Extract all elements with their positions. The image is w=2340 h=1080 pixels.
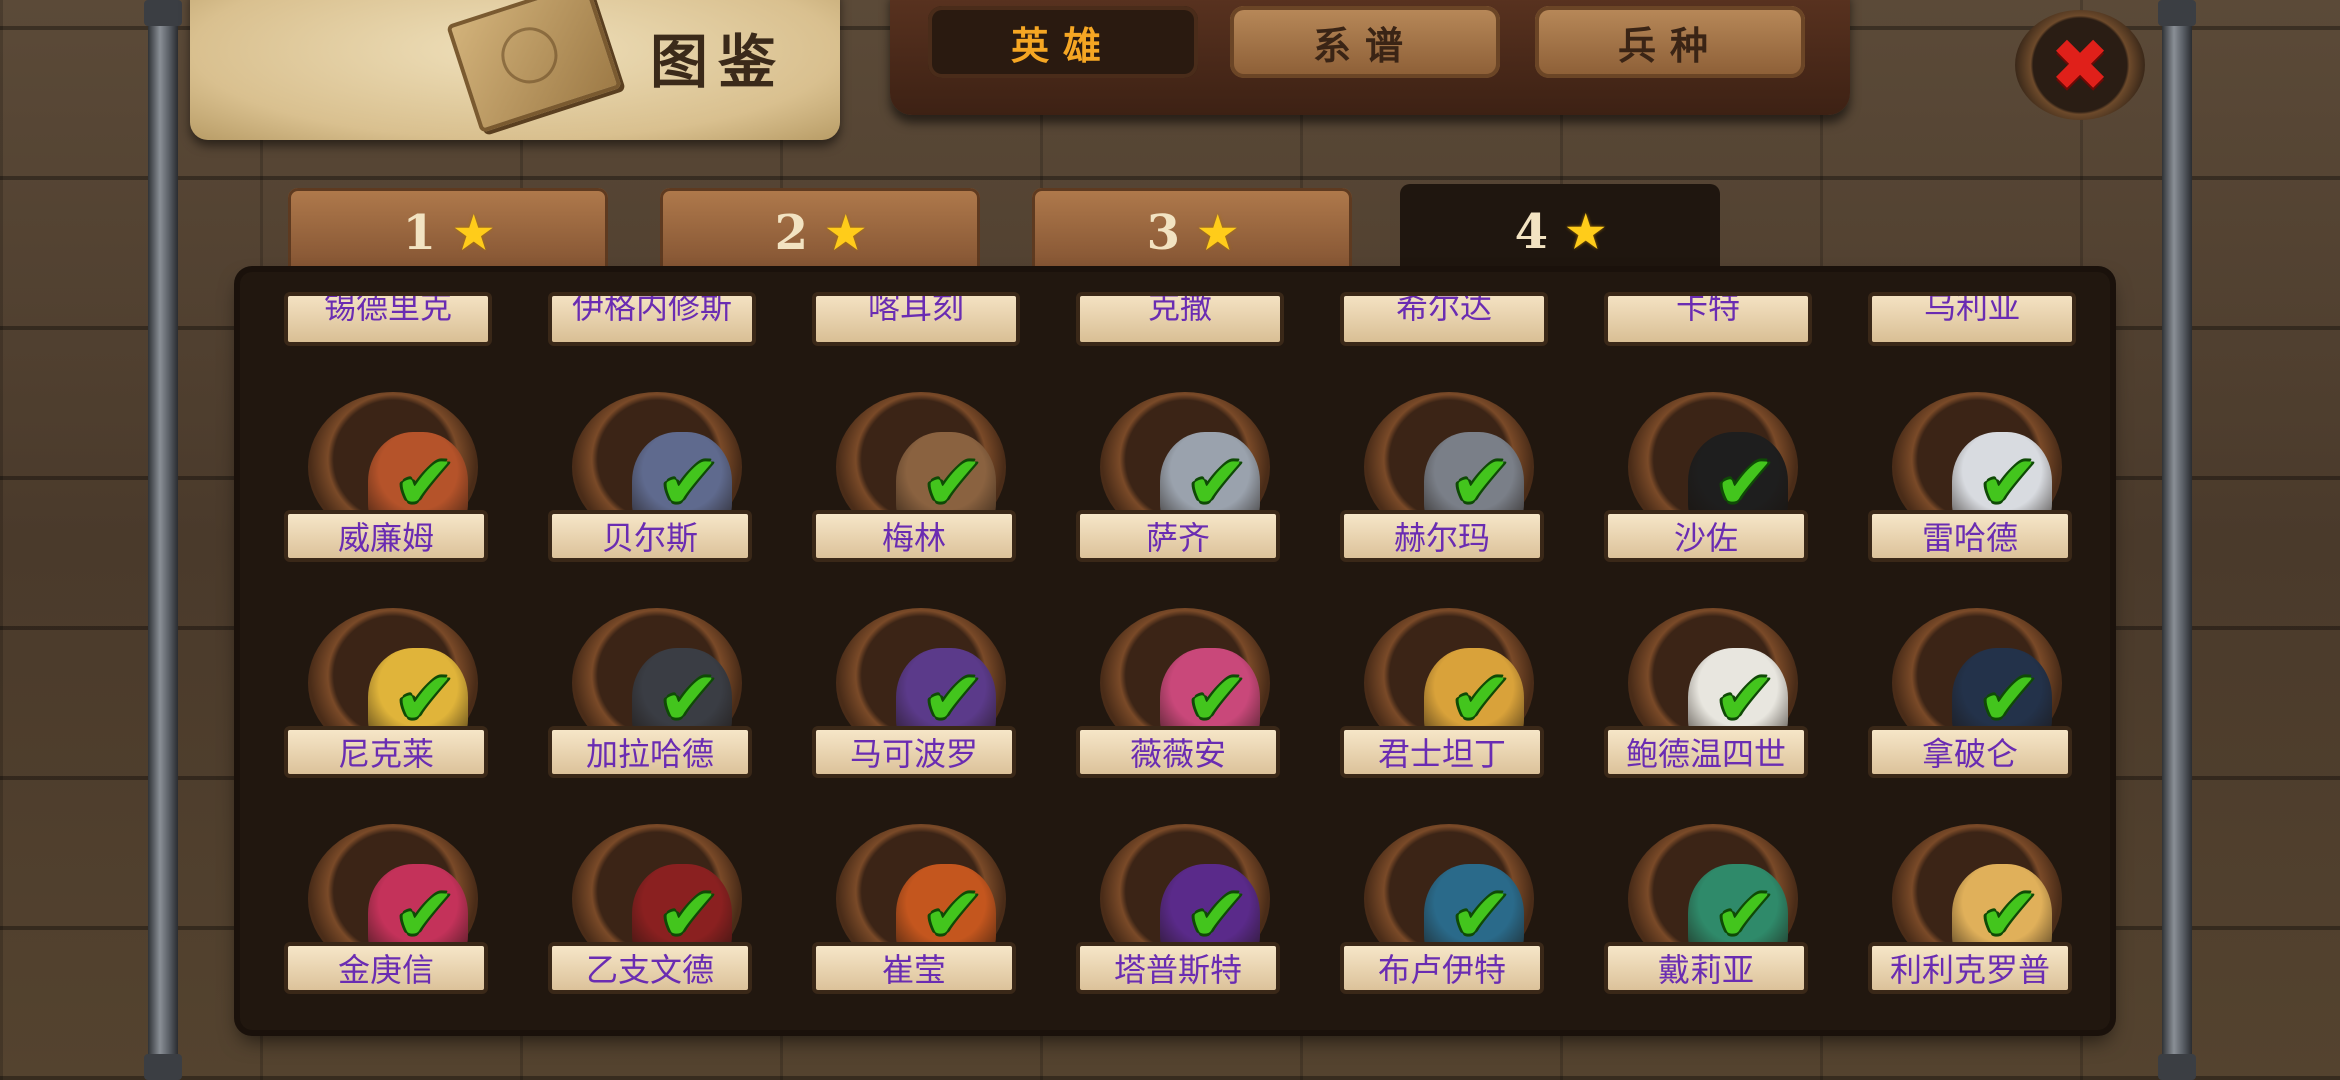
hero-card[interactable]: ✔ 马可波罗 — [812, 590, 1042, 800]
hero-name-label: 塔普斯特 — [1076, 942, 1280, 994]
codex-book-icon — [446, 0, 622, 134]
tab-star-3[interactable]: 3 ★ — [1032, 188, 1352, 278]
hero-card[interactable]: ✔ 金庚信 — [284, 806, 514, 1016]
hero-name-partial[interactable]: 喀耳刻 — [812, 292, 1020, 346]
checkmark-icon: ✔ — [1978, 440, 2041, 526]
hero-card[interactable]: ✔ 乙支文德 — [548, 806, 778, 1016]
tab-star-1[interactable]: 1 ★ — [288, 188, 608, 278]
checkmark-icon: ✔ — [1978, 656, 2041, 742]
hero-card[interactable]: ✔ 沙佐 — [1604, 374, 1834, 584]
hero-card[interactable]: ✔ 尼克莱 — [284, 590, 514, 800]
hero-card[interactable]: ✔ 戴莉亚 — [1604, 806, 1834, 1016]
hero-name-label: 薇薇安 — [1076, 726, 1280, 778]
hero-name-partial[interactable]: 乌利亚 — [1868, 292, 2076, 346]
tab-troops[interactable]: 兵种 — [1535, 6, 1805, 78]
star-tab-label: 2 — [774, 205, 808, 261]
checkmark-icon: ✔ — [1450, 872, 1513, 958]
hero-card[interactable]: ✔ 威廉姆 — [284, 374, 514, 584]
checkmark-icon: ✔ — [922, 656, 985, 742]
hero-name-label: 拿破仑 — [1868, 726, 2072, 778]
hero-name-partial[interactable]: 克撒 — [1076, 292, 1284, 346]
tab-star-4[interactable]: 4 ★ — [1400, 184, 1720, 280]
hero-card[interactable]: ✔ 赫尔玛 — [1340, 374, 1570, 584]
hero-card[interactable]: ✔ 布卢伊特 — [1340, 806, 1570, 1016]
hero-name-partial[interactable]: 希尔达 — [1340, 292, 1548, 346]
hero-card[interactable]: ✔ 拿破仑 — [1868, 590, 2098, 800]
hero-card[interactable]: ✔ 君士坦丁 — [1340, 590, 1570, 800]
hero-name-label: 鲍德温四世 — [1604, 726, 1808, 778]
hero-card[interactable]: ✔ 贝尔斯 — [548, 374, 778, 584]
hero-name-partial[interactable]: 卡特 — [1604, 292, 1812, 346]
checkmark-icon: ✔ — [1450, 656, 1513, 742]
hero-name-label: 戴莉亚 — [1604, 942, 1808, 994]
checkmark-icon: ✔ — [1978, 872, 2041, 958]
star-tab-label: 1 — [402, 205, 436, 261]
checkmark-icon: ✔ — [1714, 872, 1777, 958]
checkmark-icon: ✔ — [394, 872, 457, 958]
hero-name-label: 金庚信 — [284, 942, 488, 994]
star-icon: ★ — [825, 207, 866, 259]
hero-card[interactable]: ✔ 鲍德温四世 — [1604, 590, 1834, 800]
hero-name-label: 萨齐 — [1076, 510, 1280, 562]
left-frame-rail — [144, 0, 182, 1080]
checkmark-icon: ✔ — [922, 440, 985, 526]
checkmark-icon: ✔ — [1186, 872, 1249, 958]
star-tab-label: 3 — [1146, 205, 1180, 261]
hero-name-label: 赫尔玛 — [1340, 510, 1544, 562]
category-tab-bar: 英雄 系谱 兵种 — [890, 0, 1850, 115]
checkmark-icon: ✔ — [1186, 656, 1249, 742]
star-icon: ★ — [453, 207, 494, 259]
checkmark-icon: ✔ — [1714, 656, 1777, 742]
header-parchment: 图鉴 — [190, 0, 840, 140]
star-icon: ★ — [1197, 207, 1238, 259]
hero-card[interactable]: ✔ 塔普斯特 — [1076, 806, 1306, 1016]
checkmark-icon: ✔ — [922, 872, 985, 958]
hero-name-label: 乙支文德 — [548, 942, 752, 994]
hero-card[interactable]: ✔ 雷哈德 — [1868, 374, 2098, 584]
right-frame-rail — [2158, 0, 2196, 1080]
tab-star-2[interactable]: 2 ★ — [660, 188, 980, 278]
close-icon: ✖ — [2049, 23, 2111, 107]
star-tab-label: 4 — [1514, 204, 1548, 260]
hero-card[interactable]: ✔ 利利克罗普 — [1868, 806, 2098, 1016]
hero-name-label: 威廉姆 — [284, 510, 488, 562]
hero-name-label: 利利克罗普 — [1868, 942, 2072, 994]
hero-name-label: 崔莹 — [812, 942, 1016, 994]
checkmark-icon: ✔ — [658, 872, 721, 958]
hero-name-partial[interactable]: 伊格内修斯 — [548, 292, 756, 346]
checkmark-icon: ✔ — [1450, 440, 1513, 526]
tab-lineage[interactable]: 系谱 — [1230, 6, 1500, 78]
hero-card[interactable]: ✔ 加拉哈德 — [548, 590, 778, 800]
hero-name-label: 君士坦丁 — [1340, 726, 1544, 778]
hero-name-label: 贝尔斯 — [548, 510, 752, 562]
hero-name-label: 尼克莱 — [284, 726, 488, 778]
checkmark-icon: ✔ — [658, 440, 721, 526]
checkmark-icon: ✔ — [658, 656, 721, 742]
hero-card[interactable]: ✔ 梅林 — [812, 374, 1042, 584]
hero-name-label: 雷哈德 — [1868, 510, 2072, 562]
hero-name-partial[interactable]: 锡德里克 — [284, 292, 492, 346]
checkmark-icon: ✔ — [394, 656, 457, 742]
hero-card[interactable]: ✔ 萨齐 — [1076, 374, 1306, 584]
star-icon: ★ — [1565, 206, 1606, 258]
hero-name-label: 梅林 — [812, 510, 1016, 562]
checkmark-icon: ✔ — [1186, 440, 1249, 526]
tab-heroes[interactable]: 英雄 — [928, 6, 1198, 78]
close-button[interactable]: ✖ — [2015, 10, 2145, 120]
hero-name-label: 布卢伊特 — [1340, 942, 1544, 994]
hero-name-label: 沙佐 — [1604, 510, 1808, 562]
hero-name-label: 马可波罗 — [812, 726, 1016, 778]
hero-card[interactable]: ✔ 薇薇安 — [1076, 590, 1306, 800]
checkmark-icon: ✔ — [1714, 440, 1777, 526]
checkmark-icon: ✔ — [394, 440, 457, 526]
hero-name-label: 加拉哈德 — [548, 726, 752, 778]
hero-card[interactable]: ✔ 崔莹 — [812, 806, 1042, 1016]
page-title: 图鉴 — [650, 28, 787, 96]
